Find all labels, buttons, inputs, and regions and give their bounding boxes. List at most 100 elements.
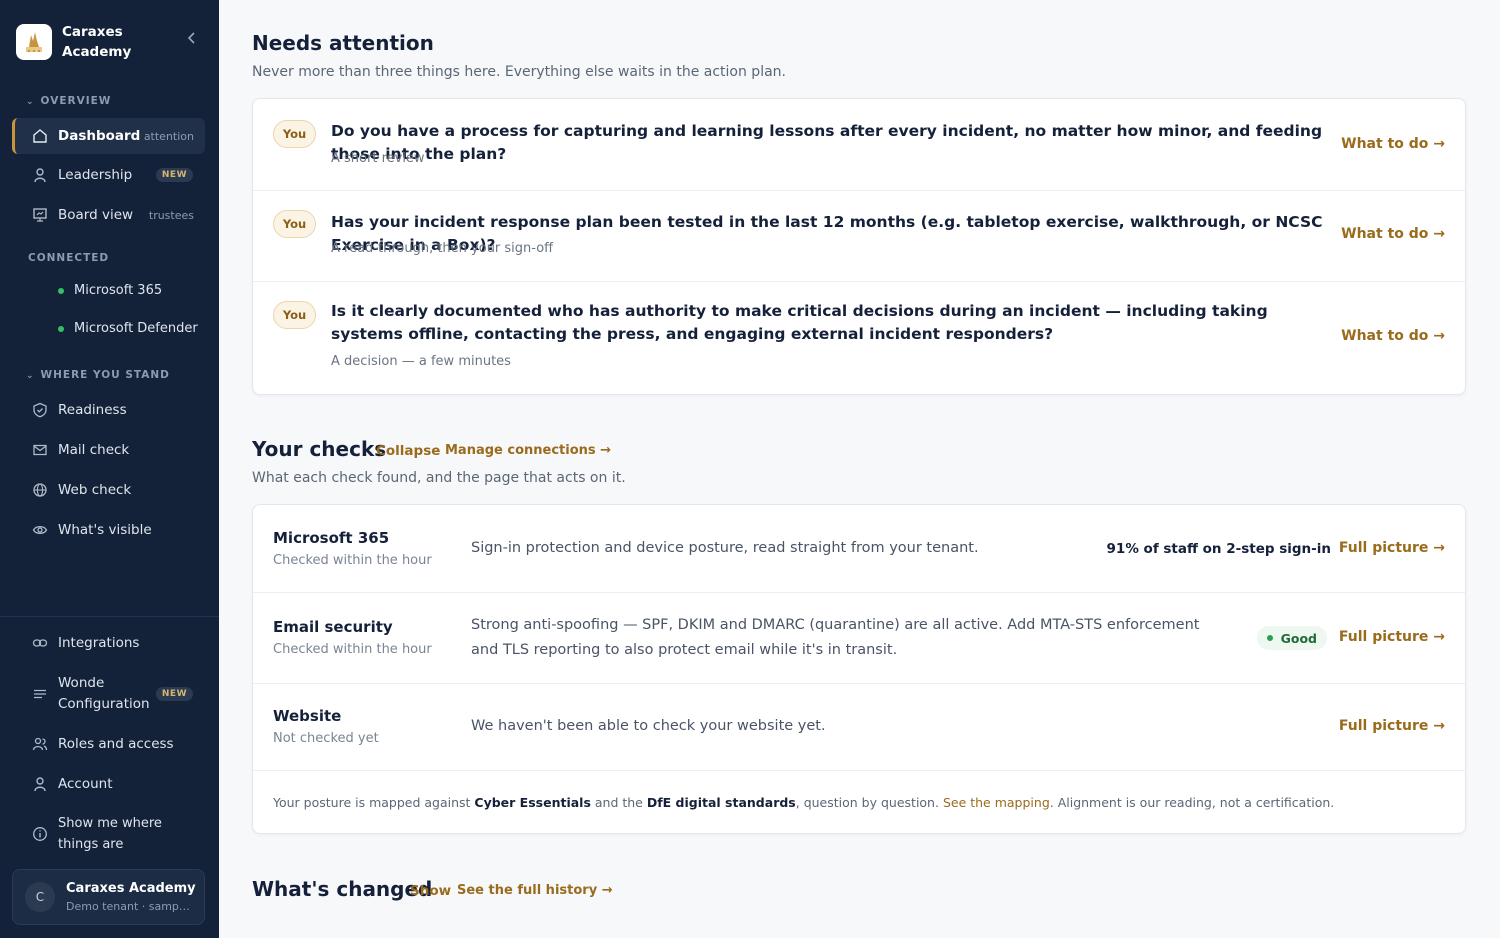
- main-content: Needs attention Never more than three th…: [219, 0, 1500, 938]
- sidebar-item-show-me-where-things-are[interactable]: Show me where things are: [12, 812, 205, 856]
- tenant-subtitle: Demo tenant · sample data: [66, 900, 190, 913]
- check-row-microsoft-365[interactable]: Microsoft 365 Checked within the hour Si…: [253, 505, 1465, 593]
- what-to-do-link[interactable]: What to do →: [1341, 328, 1445, 344]
- check-name: Microsoft 365: [273, 529, 390, 547]
- sidebar-item-label: Readiness: [58, 402, 127, 418]
- your-checks-title: Your checks: [252, 437, 387, 461]
- collapse-link[interactable]: Collapse: [376, 443, 440, 459]
- check-description: Strong anti-spoofing — SPF, DKIM and DMA…: [471, 617, 1200, 658]
- checks-card: Microsoft 365 Checked within the hour Si…: [252, 504, 1466, 834]
- trustees-tag: trustees: [148, 208, 194, 222]
- board-icon: [32, 207, 48, 223]
- tenant-name: Caraxes Academy: [66, 881, 196, 896]
- chevron-left-icon[interactable]: [184, 30, 200, 50]
- status-badge: Good: [1256, 626, 1327, 650]
- sidebar-item-leadership[interactable]: Leadership NEW: [12, 157, 205, 193]
- sidebar-item-microsoft-365[interactable]: Microsoft 365: [58, 283, 162, 298]
- section-where-you-stand[interactable]: ⌄ WHERE YOU STAND: [26, 369, 170, 381]
- see-the-mapping-link[interactable]: See the mapping: [943, 795, 1050, 810]
- sidebar-item-label: Wonde Configuration: [58, 675, 150, 712]
- full-history-link[interactable]: See the full history →: [457, 883, 613, 898]
- sidebar-item-web-check[interactable]: Web check: [12, 472, 205, 508]
- attention-hint: A decision — a few minutes: [331, 354, 511, 369]
- users-icon: [32, 736, 48, 752]
- attention-item[interactable]: You Is it clearly documented who has aut…: [253, 282, 1465, 394]
- menu-lines-icon: [32, 686, 48, 702]
- sidebar-item-board-view[interactable]: Board view trustees: [12, 197, 205, 233]
- needs-attention-title: Needs attention: [252, 31, 434, 55]
- sidebar-item-wonde-configuration[interactable]: Wonde Configuration NEW: [12, 672, 205, 716]
- globe-icon: [32, 482, 48, 498]
- shield-check-icon: [32, 402, 48, 418]
- avatar: C: [25, 882, 55, 912]
- info-icon: [32, 826, 48, 842]
- tenant-switcher[interactable]: C Caraxes Academy Demo tenant · sample d…: [12, 869, 205, 925]
- what-to-do-link[interactable]: What to do →: [1341, 136, 1445, 152]
- sidebar-item-readiness[interactable]: Readiness: [12, 392, 205, 428]
- what-to-do-link[interactable]: What to do →: [1341, 226, 1445, 242]
- attention-item[interactable]: You Has your incident response plan been…: [253, 191, 1465, 282]
- sidebar-item-account[interactable]: Account: [12, 766, 205, 802]
- chevron-down-icon: ⌄: [26, 371, 35, 381]
- sidebar-item-label: Dashboard: [58, 128, 141, 144]
- check-name: Email security: [273, 618, 393, 636]
- sidebar-item-mail-check[interactable]: Mail check: [12, 432, 205, 468]
- sidebar-item-label: Leadership: [58, 167, 133, 183]
- brand-name: Caraxes Academy: [62, 24, 132, 60]
- full-picture-link[interactable]: Full picture →: [1339, 540, 1445, 556]
- needs-attention-subtitle: Never more than three things here. Every…: [252, 64, 786, 80]
- academy-logo-icon: [16, 24, 52, 60]
- brand[interactable]: Caraxes Academy: [16, 22, 162, 62]
- check-stat: 91% of staff on 2-step sign-in: [1106, 541, 1331, 557]
- show-link[interactable]: Show: [410, 883, 451, 899]
- full-picture-link[interactable]: Full picture →: [1339, 629, 1445, 645]
- mapping-footnote: Your posture is mapped against Cyber Ess…: [273, 795, 1335, 810]
- status-dot-icon: [58, 287, 64, 294]
- attention-hint: A read-through, then your sign-off: [331, 241, 554, 256]
- new-badge: NEW: [155, 168, 193, 182]
- dfe-standards-label: DfE digital standards: [646, 795, 796, 810]
- mail-icon: [32, 442, 48, 458]
- sidebar-divider: [0, 616, 219, 617]
- needs-attention-card: You Do you have a process for capturing …: [252, 98, 1466, 395]
- sidebar-item-label: Roles and access: [58, 736, 174, 752]
- sidebar-item-dashboard[interactable]: Dashboard attention: [12, 118, 205, 154]
- chevron-down-icon: ⌄: [26, 97, 35, 107]
- section-overview[interactable]: ⌄ OVERVIEW: [26, 95, 111, 107]
- sidebar-item-roles-and-access[interactable]: Roles and access: [12, 726, 205, 762]
- sidebar-item-label: Account: [58, 776, 113, 792]
- person-icon: [32, 167, 48, 183]
- link-icon: [32, 635, 48, 651]
- cyber-essentials-label: Cyber Essentials: [474, 795, 591, 810]
- check-name: Website: [273, 707, 342, 725]
- check-time: Checked within the hour: [273, 553, 432, 568]
- check-description: We haven't been able to check your websi…: [471, 718, 826, 734]
- manage-connections-link[interactable]: Manage connections →: [445, 443, 611, 458]
- owner-pill: You: [273, 210, 316, 238]
- section-connected: CONNECTED: [28, 252, 110, 264]
- check-row-website[interactable]: Website Not checked yet We haven't been …: [253, 684, 1465, 771]
- attention-item[interactable]: You Do you have a process for capturing …: [253, 99, 1465, 191]
- attention-question: Do you have a process for capturing and …: [331, 122, 1323, 163]
- sidebar-item-microsoft-defender[interactable]: Microsoft Defender: [58, 321, 198, 336]
- attention-question: Is it clearly documented who has authori…: [331, 302, 1268, 343]
- sidebar-item-label: Integrations: [58, 635, 140, 651]
- home-icon: [32, 128, 48, 144]
- your-checks-subtitle: What each check found, and the page that…: [252, 470, 626, 486]
- sidebar-item-whats-visible[interactable]: What's visible: [12, 512, 205, 548]
- owner-pill: You: [273, 120, 316, 148]
- check-time: Checked within the hour: [273, 642, 432, 657]
- person-icon: [32, 776, 48, 792]
- attention-tag: attention: [143, 129, 194, 143]
- check-time: Not checked yet: [273, 731, 379, 746]
- sidebar: Caraxes Academy ⌄ OVERVIEW Dashboard atte…: [0, 0, 219, 938]
- status-dot-icon: [1266, 635, 1273, 641]
- sidebar-item-integrations[interactable]: Integrations: [12, 625, 205, 661]
- full-picture-link[interactable]: Full picture →: [1339, 718, 1445, 734]
- eye-icon: [32, 522, 48, 538]
- sidebar-item-label: What's visible: [58, 522, 152, 538]
- status-dot-icon: [58, 325, 64, 332]
- check-row-email-security[interactable]: Email security Checked within the hour S…: [253, 593, 1465, 684]
- whats-changed-title: What's changed: [252, 877, 433, 901]
- sidebar-item-label: Mail check: [58, 442, 130, 458]
